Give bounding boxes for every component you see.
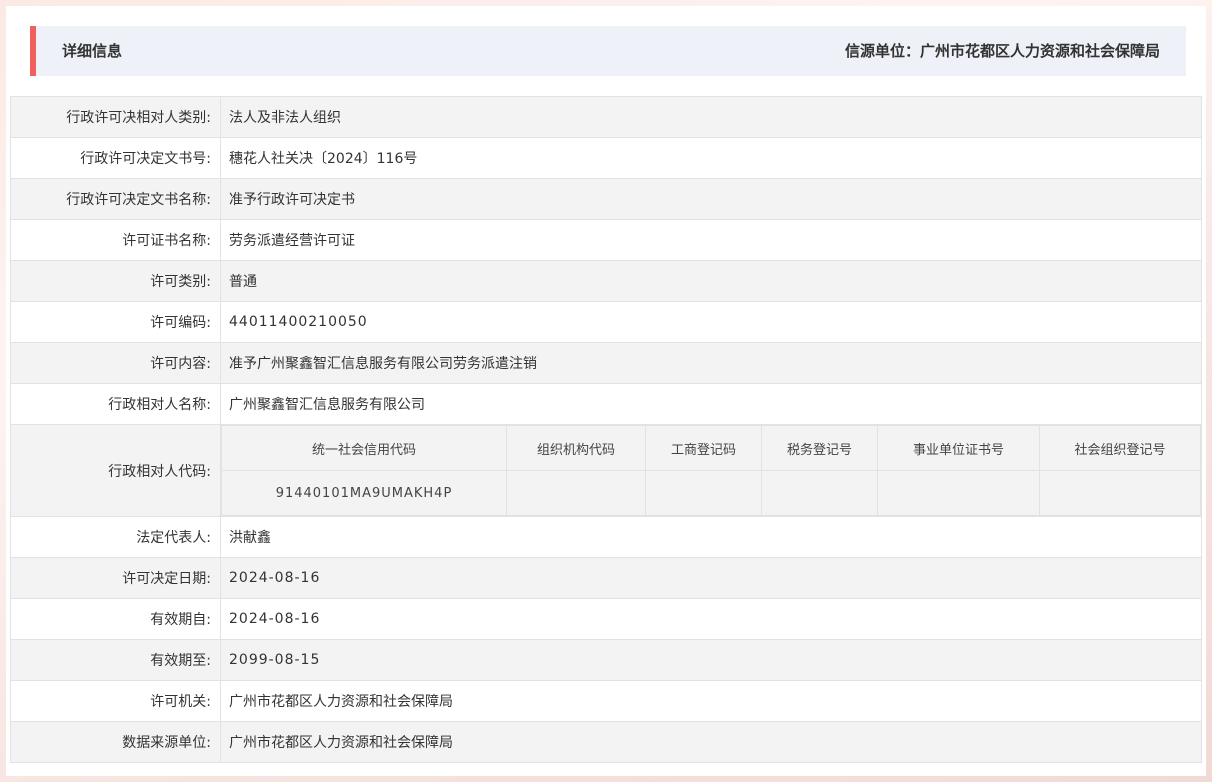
detail-table: 行政许可决相对人类别: 法人及非法人组织 行政许可决定文书号: 穗花人社关决〔2… (10, 96, 1202, 763)
codes-header-row: 统一社会信用代码 组织机构代码 工商登记码 税务登记号 事业单位证书号 社会组织… (221, 425, 1201, 471)
field-value: 44011400210050 (220, 301, 1202, 343)
table-row: 许可编码: 44011400210050 (10, 301, 1202, 343)
field-value: 准予广州聚鑫智汇信息服务有限公司劳务派遣注销 (220, 342, 1202, 384)
field-value: 法人及非法人组织 (220, 96, 1202, 138)
field-label: 有效期至: (10, 639, 221, 681)
field-label: 行政相对人代码: (10, 424, 221, 517)
field-value: 劳务派遣经营许可证 (220, 219, 1202, 261)
field-label: 许可编码: (10, 301, 221, 343)
field-label: 许可决定日期: (10, 557, 221, 599)
field-label: 行政相对人名称: (10, 383, 221, 425)
field-label: 许可机关: (10, 680, 221, 722)
codes-header: 社会组织登记号 (1039, 425, 1201, 471)
field-label: 行政许可决相对人类别: (10, 96, 221, 138)
field-value: 广州聚鑫智汇信息服务有限公司 (220, 383, 1202, 425)
codes-header: 税务登记号 (761, 425, 878, 471)
table-row: 许可内容: 准予广州聚鑫智汇信息服务有限公司劳务派遣注销 (10, 342, 1202, 384)
codes-value (761, 470, 878, 516)
field-value: 洪献鑫 (220, 516, 1202, 558)
field-label: 有效期自: (10, 598, 221, 640)
codes-value: 91440101MA9UMAKH4P (221, 470, 507, 516)
field-value: 广州市花都区人力资源和社会保障局 (220, 680, 1202, 722)
table-row: 行政许可决定文书名称: 准予行政许可决定书 (10, 178, 1202, 220)
field-label: 许可内容: (10, 342, 221, 384)
field-value: 2024-08-16 (220, 598, 1202, 640)
field-value: 普通 (220, 260, 1202, 302)
codes-value (877, 470, 1040, 516)
table-row: 行政许可决定文书号: 穗花人社关决〔2024〕116号 (10, 137, 1202, 179)
field-label: 许可类别: (10, 260, 221, 302)
codes-value-row: 91440101MA9UMAKH4P (221, 470, 1201, 516)
field-value: 2099-08-15 (220, 639, 1202, 681)
section-title: 详细信息 (62, 42, 123, 60)
table-row: 许可类别: 普通 (10, 260, 1202, 302)
codes-header: 组织机构代码 (506, 425, 646, 471)
codes-cell: 统一社会信用代码 组织机构代码 工商登记码 税务登记号 事业单位证书号 社会组织… (220, 424, 1202, 517)
table-row: 行政相对人名称: 广州聚鑫智汇信息服务有限公司 (10, 383, 1202, 425)
codes-value (506, 470, 646, 516)
source-unit: 信源单位：广州市花都区人力资源和社会保障局 (844, 42, 1160, 60)
table-row-codes: 行政相对人代码: 统一社会信用代码 组织机构代码 工商登记码 税务登记号 事业单… (10, 424, 1202, 517)
field-label: 行政许可决定文书名称: (10, 178, 221, 220)
table-row: 数据来源单位: 广州市花都区人力资源和社会保障局 (10, 721, 1202, 763)
field-label: 行政许可决定文书号: (10, 137, 221, 179)
field-label: 许可证书名称: (10, 219, 221, 261)
codes-table: 统一社会信用代码 组织机构代码 工商登记码 税务登记号 事业单位证书号 社会组织… (221, 425, 1201, 516)
section-header: 详细信息 信源单位：广州市花都区人力资源和社会保障局 (30, 26, 1186, 76)
table-row: 许可机关: 广州市花都区人力资源和社会保障局 (10, 680, 1202, 722)
field-label: 数据来源单位: (10, 721, 221, 763)
table-row: 法定代表人: 洪献鑫 (10, 516, 1202, 558)
table-row: 行政许可决相对人类别: 法人及非法人组织 (10, 96, 1202, 138)
codes-header: 事业单位证书号 (877, 425, 1040, 471)
table-row: 许可决定日期: 2024-08-16 (10, 557, 1202, 599)
field-value: 穗花人社关决〔2024〕116号 (220, 137, 1202, 179)
detail-panel: 详细信息 信源单位：广州市花都区人力资源和社会保障局 行政许可决相对人类别: 法… (6, 6, 1206, 776)
field-label: 法定代表人: (10, 516, 221, 558)
table-row: 许可证书名称: 劳务派遣经营许可证 (10, 219, 1202, 261)
field-value: 2024-08-16 (220, 557, 1202, 599)
field-value: 广州市花都区人力资源和社会保障局 (220, 721, 1202, 763)
field-value: 准予行政许可决定书 (220, 178, 1202, 220)
table-row: 有效期自: 2024-08-16 (10, 598, 1202, 640)
codes-header: 工商登记码 (645, 425, 762, 471)
codes-value (645, 470, 762, 516)
codes-value (1039, 470, 1201, 516)
table-row: 有效期至: 2099-08-15 (10, 639, 1202, 681)
codes-header: 统一社会信用代码 (221, 425, 507, 471)
